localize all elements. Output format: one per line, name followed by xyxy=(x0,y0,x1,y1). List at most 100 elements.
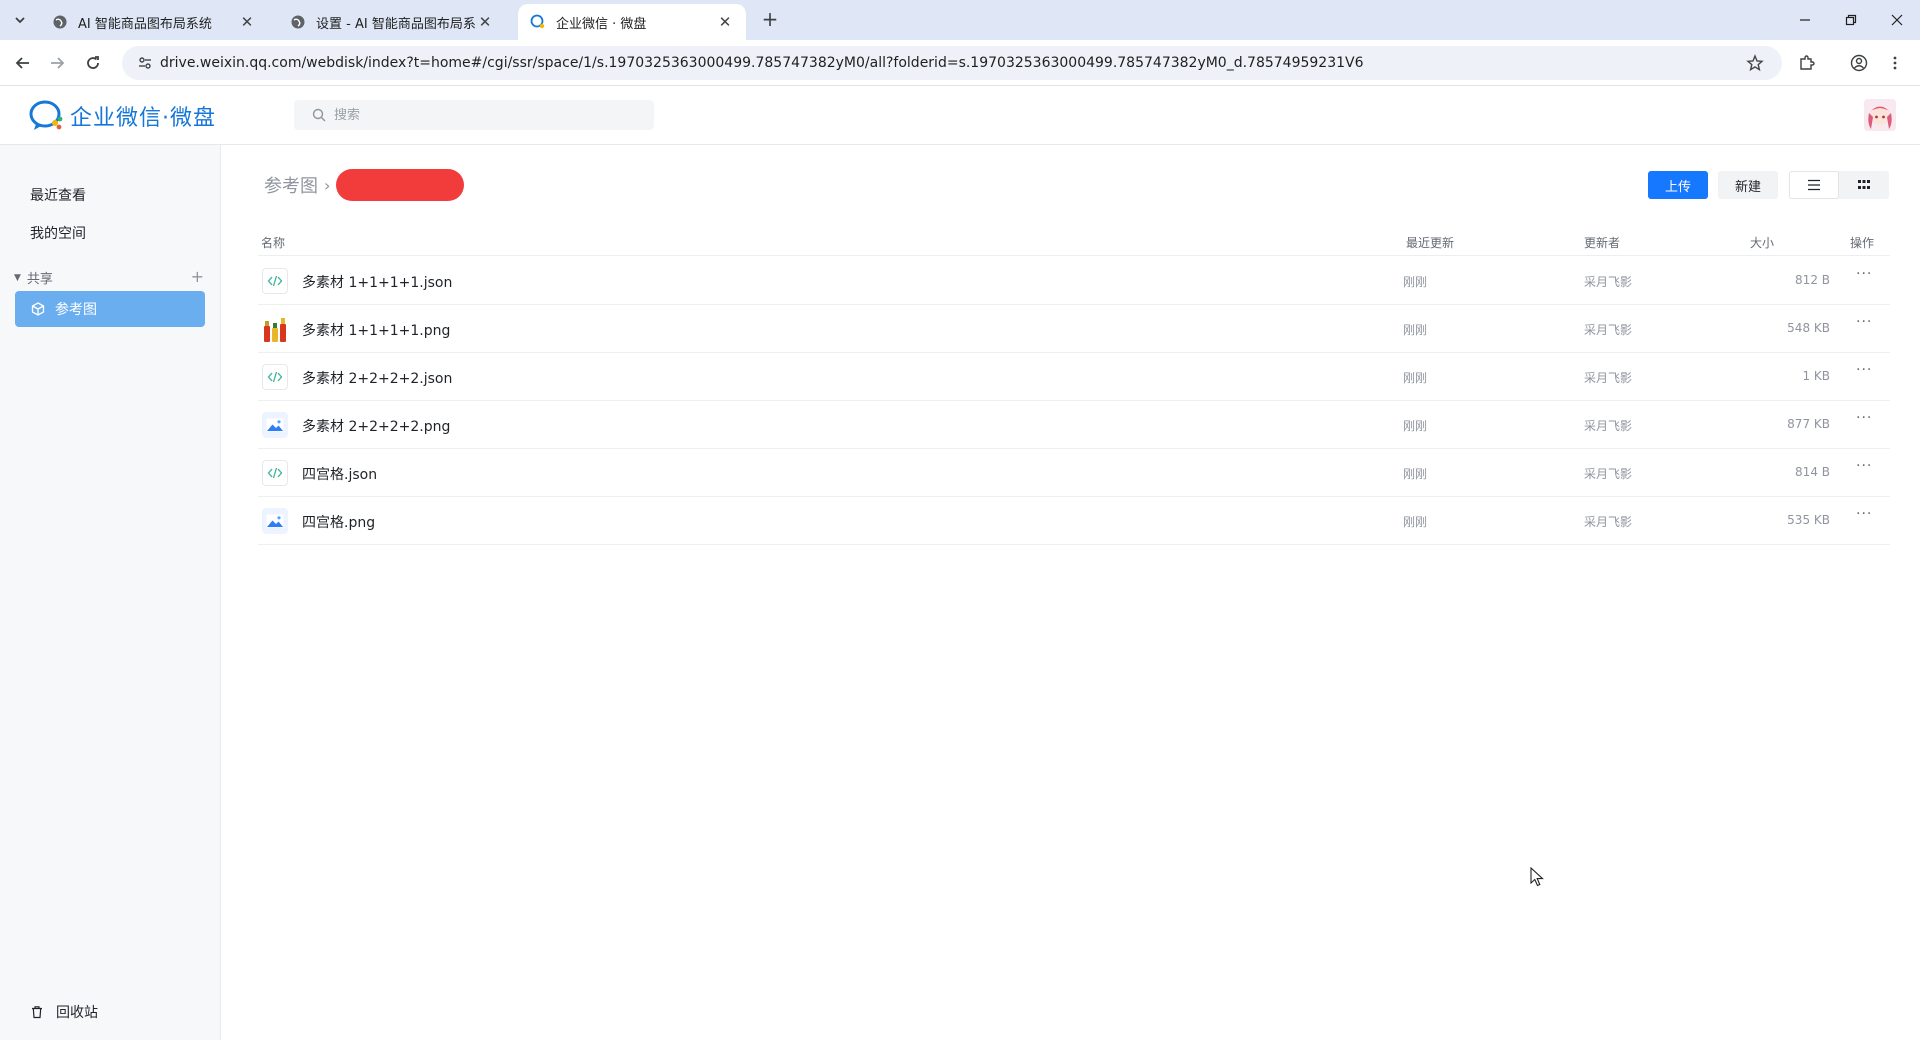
file-updater: 采月飞影 xyxy=(1584,419,1633,433)
close-tab-icon[interactable]: ✕ xyxy=(476,13,494,31)
more-actions-icon[interactable]: ··· xyxy=(1856,314,1872,330)
sidebar: 最近查看 我的空间 ▼ 共享 + 参考图 回收站 xyxy=(0,145,221,1040)
tab-title: 企业微信 · 微盘 xyxy=(556,16,647,32)
new-button[interactable]: 新建 xyxy=(1718,171,1778,199)
profile-button[interactable] xyxy=(1844,48,1874,78)
file-name[interactable]: 四宫格.png xyxy=(302,512,375,532)
file-updated: 刚刚 xyxy=(1403,275,1428,289)
mouse-cursor-icon xyxy=(1530,866,1544,891)
file-updater: 采月飞影 xyxy=(1584,515,1633,529)
column-header-updated[interactable]: 最近更新 xyxy=(1406,234,1454,251)
sidebar-item-my-space[interactable]: 我的空间 xyxy=(30,223,86,243)
list-icon xyxy=(1808,179,1820,191)
file-name[interactable]: 多素材 1+1+1+1.png xyxy=(302,320,450,340)
globe-icon xyxy=(290,14,306,30)
globe-icon xyxy=(52,14,68,30)
more-actions-icon[interactable]: ··· xyxy=(1856,266,1872,282)
minimize-button[interactable] xyxy=(1782,0,1828,40)
breadcrumb: 参考图 › xyxy=(264,168,465,202)
restore-button[interactable] xyxy=(1828,0,1874,40)
browser-tab-1[interactable]: AI 智能商品图布局系统 ✕ xyxy=(40,4,268,40)
chevron-right-icon: › xyxy=(324,175,331,195)
file-name[interactable]: 四宫格.json xyxy=(302,464,377,484)
file-row[interactable]: 多素材 1+1+1+1.png 刚刚 采月飞影 548 KB ··· xyxy=(258,305,1890,353)
file-size: 535 KB xyxy=(1787,513,1830,527)
file-updated: 刚刚 xyxy=(1403,419,1428,433)
more-vertical-icon xyxy=(1893,56,1897,70)
image-thumbnail xyxy=(262,314,288,344)
file-updated: 刚刚 xyxy=(1403,467,1428,481)
forward-button[interactable] xyxy=(42,48,72,78)
sidebar-item-label: 参考图 xyxy=(55,302,97,318)
tab-title: 设置 - AI 智能商品图布局系统 xyxy=(316,16,476,32)
file-name[interactable]: 多素材 1+1+1+1.json xyxy=(302,272,452,292)
close-icon xyxy=(1891,14,1903,26)
file-row[interactable]: 四宫格.json 刚刚 采月飞影 814 B ··· xyxy=(258,449,1890,497)
column-header-size[interactable]: 大小 xyxy=(1750,234,1774,251)
file-name[interactable]: 多素材 2+2+2+2.json xyxy=(302,368,452,388)
file-updated: 刚刚 xyxy=(1403,323,1428,337)
puzzle-icon xyxy=(1800,55,1815,70)
address-bar: drive.weixin.qq.com/webdisk/index?t=home… xyxy=(0,40,1920,86)
more-actions-icon[interactable]: ··· xyxy=(1856,506,1872,522)
close-tab-icon[interactable]: ✕ xyxy=(716,13,734,31)
site-settings-icon[interactable] xyxy=(130,55,160,71)
close-window-button[interactable] xyxy=(1874,0,1920,40)
new-tab-button[interactable]: + xyxy=(758,8,782,32)
browser-tab-2[interactable]: 设置 - AI 智能商品图布局系统 ✕ xyxy=(278,4,506,40)
close-tab-icon[interactable]: ✕ xyxy=(238,13,256,31)
reload-button[interactable] xyxy=(78,48,108,78)
url-omnibox[interactable]: drive.weixin.qq.com/webdisk/index?t=home… xyxy=(122,46,1782,80)
trash-icon xyxy=(30,1005,44,1019)
file-size: 812 B xyxy=(1795,273,1830,287)
list-view-button[interactable] xyxy=(1789,171,1839,199)
file-row[interactable]: 多素材 2+2+2+2.png 刚刚 采月飞影 877 KB ··· xyxy=(258,401,1890,449)
extensions-button[interactable] xyxy=(1792,48,1822,78)
column-header-name[interactable]: 名称 xyxy=(261,234,285,251)
file-updater: 采月飞影 xyxy=(1584,467,1633,481)
view-toggle xyxy=(1789,171,1889,199)
trash-label: 回收站 xyxy=(56,1005,98,1021)
file-size: 1 KB xyxy=(1802,369,1830,383)
file-row[interactable]: 四宫格.png 刚刚 采月飞影 535 KB ··· xyxy=(258,497,1890,545)
chevron-down-icon xyxy=(15,17,25,24)
file-table-header: 名称 最近更新 更新者 大小 操作 xyxy=(258,226,1890,256)
wecom-drive-icon xyxy=(530,14,546,30)
tab-title: AI 智能商品图布局系统 xyxy=(78,16,212,32)
tab-search-button[interactable] xyxy=(8,8,32,32)
browser-tab-3[interactable]: 企业微信 · 微盘 ✕ xyxy=(518,4,746,40)
logo-text: 企业微信·微盘 xyxy=(70,106,216,131)
more-actions-icon[interactable]: ··· xyxy=(1856,410,1872,426)
file-updated: 刚刚 xyxy=(1403,515,1428,529)
file-row[interactable]: 多素材 2+2+2+2.json 刚刚 采月飞影 1 KB ··· xyxy=(258,353,1890,401)
file-updated: 刚刚 xyxy=(1403,371,1428,385)
reload-icon xyxy=(87,56,99,69)
add-shared-space-icon[interactable]: + xyxy=(191,267,204,286)
bookmark-star-icon[interactable] xyxy=(1746,54,1764,76)
breadcrumb-root[interactable]: 参考图 xyxy=(264,172,318,198)
more-actions-icon[interactable]: ··· xyxy=(1856,362,1872,378)
sidebar-group-label: 共享 xyxy=(26,272,53,287)
file-updater: 采月飞影 xyxy=(1584,323,1633,337)
search-icon xyxy=(312,108,326,122)
back-button[interactable] xyxy=(8,48,38,78)
browser-menu-button[interactable] xyxy=(1880,48,1910,78)
user-avatar[interactable] xyxy=(1864,99,1896,131)
search-input[interactable] xyxy=(332,106,632,124)
app-logo[interactable]: 企业微信·微盘 xyxy=(28,97,216,135)
restore-icon xyxy=(1845,14,1857,26)
more-actions-icon[interactable]: ··· xyxy=(1856,458,1872,474)
shared-space-icon xyxy=(31,302,45,316)
sidebar-item-reference-images[interactable]: 参考图 xyxy=(15,291,205,327)
search-box[interactable] xyxy=(294,100,654,130)
grid-view-button[interactable] xyxy=(1839,171,1889,199)
sidebar-item-trash[interactable]: 回收站 xyxy=(30,1002,98,1022)
file-row[interactable]: 多素材 1+1+1+1.json 刚刚 采月飞影 812 B ··· xyxy=(258,257,1890,305)
image-file-icon xyxy=(262,412,288,438)
arrow-left-icon xyxy=(15,57,29,69)
url-text: drive.weixin.qq.com/webdisk/index?t=home… xyxy=(160,55,1364,71)
file-name[interactable]: 多素材 2+2+2+2.png xyxy=(302,416,450,436)
sidebar-group-shared[interactable]: ▼ 共享 + xyxy=(14,267,204,287)
upload-button[interactable]: 上传 xyxy=(1648,171,1708,199)
sidebar-item-recent[interactable]: 最近查看 xyxy=(30,185,86,205)
